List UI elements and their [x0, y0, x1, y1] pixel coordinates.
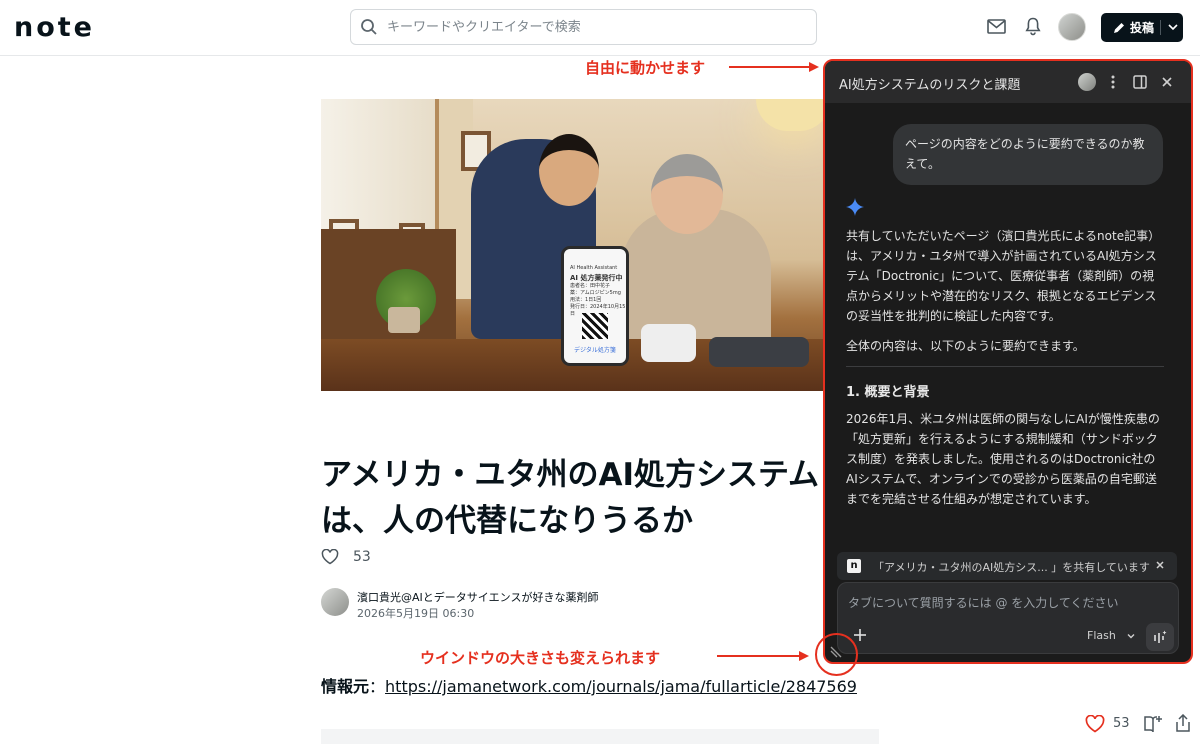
- arrow-head-icon: [799, 651, 809, 661]
- magazine-add-icon[interactable]: [1143, 715, 1163, 733]
- arrow-line: [729, 66, 809, 68]
- arrow-line: [717, 655, 799, 657]
- model-label: Flash: [1087, 629, 1116, 642]
- chat-input[interactable]: [848, 593, 1168, 613]
- publish-date: 2026年5月19日 06:30: [357, 607, 475, 620]
- user-avatar[interactable]: [1058, 13, 1086, 41]
- source-link[interactable]: https://jamanetwork.com/journals/jama/fu…: [385, 677, 857, 696]
- ai-response: 共有していただいたページ（濱口貴光氏によるnote記事）は、アメリカ・ユタ州で導…: [846, 226, 1164, 519]
- voice-button[interactable]: [1146, 623, 1174, 651]
- bell-icon[interactable]: [1025, 17, 1041, 36]
- post-button[interactable]: 投稿: [1101, 13, 1183, 42]
- bp-monitor: [641, 324, 696, 362]
- content-placeholder: [321, 729, 879, 744]
- footer-like-count: 53: [1113, 716, 1130, 731]
- close-icon[interactable]: [1161, 76, 1173, 88]
- section-body: 2026年1月、米ユタ州は医師の関与なしにAIが慢性疾患の「処方更新」を行えるよ…: [846, 412, 1160, 506]
- resize-highlight-circle: [815, 633, 858, 676]
- chat-input-box[interactable]: Flash: [837, 582, 1179, 654]
- more-vert-icon[interactable]: [1110, 74, 1116, 90]
- source-line: 情報元：https://jamanetwork.com/journals/jam…: [321, 677, 857, 696]
- ai-chat-panel[interactable]: AI処方システムのリスクと課題 ページの内容をどのように要約できるのか教えて。 …: [823, 59, 1193, 664]
- like-area[interactable]: 53: [321, 549, 371, 565]
- remove-share-icon[interactable]: [1153, 558, 1167, 572]
- audio-wave-icon: [1154, 630, 1167, 643]
- add-icon[interactable]: [852, 627, 868, 643]
- section-heading: 1. 概要と背景: [846, 385, 930, 400]
- arrow-head-icon: [809, 62, 819, 72]
- panel-avatar[interactable]: [1078, 73, 1096, 91]
- like-count: 53: [353, 549, 371, 565]
- move-annotation: 自由に動かせます: [585, 59, 706, 77]
- author-name[interactable]: 濱口貴光@AIとデータサイエンスが好きな薬剤師: [357, 589, 598, 605]
- article-title: アメリカ・ユタ州のAI処方システムは、人の代替になりうるか: [321, 457, 820, 539]
- response-paragraph: 共有していただいたページ（濱口貴光氏によるnote記事）は、アメリカ・ユタ州で導…: [846, 229, 1161, 323]
- response-paragraph: 全体の内容は、以下のように要約できます。: [846, 339, 1085, 353]
- search-icon: [361, 19, 377, 35]
- article-hero-image: AI Health Assistant AI 処方薬発行中 患者名：田中花子 薬…: [321, 99, 831, 391]
- panel-title: AI処方システムのリスクと課題: [839, 78, 1021, 93]
- search-box[interactable]: [350, 9, 817, 45]
- model-selector[interactable]: Flash: [1087, 629, 1136, 642]
- note-logo[interactable]: note: [14, 12, 95, 43]
- mail-icon[interactable]: [987, 19, 1006, 34]
- chevron-down-icon[interactable]: [1167, 21, 1179, 33]
- author-avatar[interactable]: [321, 588, 349, 616]
- share-icon[interactable]: [1175, 714, 1191, 733]
- divider: [846, 366, 1164, 367]
- phone-prescription: AI Health Assistant AI 処方薬発行中 患者名：田中花子 薬…: [561, 246, 629, 366]
- source-label: 情報元: [321, 677, 370, 696]
- user-message: ページの内容をどのように要約できるのか教えて。: [893, 124, 1163, 185]
- resize-annotation: ウインドウの大きさも変えられます: [420, 649, 661, 667]
- sidebar-toggle-icon[interactable]: [1133, 75, 1147, 89]
- qr-code: [582, 313, 608, 339]
- shared-tab-chip[interactable]: n 「アメリカ・ユタ州のAI処方シス... 」を共有しています: [837, 552, 1177, 580]
- note-favicon-icon: n: [847, 559, 861, 573]
- bp-cuff: [709, 337, 809, 367]
- post-button-label: 投稿: [1130, 21, 1155, 35]
- gemini-spark-icon: [846, 198, 864, 216]
- button-divider: [1160, 20, 1161, 35]
- heart-icon[interactable]: [1085, 715, 1105, 733]
- shared-tab-text: 「アメリカ・ユタ州のAI処方シス... 」を共有しています: [873, 561, 1150, 574]
- search-input[interactable]: [387, 16, 807, 38]
- pen-icon: [1114, 22, 1124, 33]
- heart-icon[interactable]: [321, 549, 339, 565]
- panel-header[interactable]: AI処方システムのリスクと課題: [825, 61, 1191, 103]
- top-bar: note 投稿: [0, 0, 1200, 56]
- chevron-down-icon: [1127, 633, 1135, 638]
